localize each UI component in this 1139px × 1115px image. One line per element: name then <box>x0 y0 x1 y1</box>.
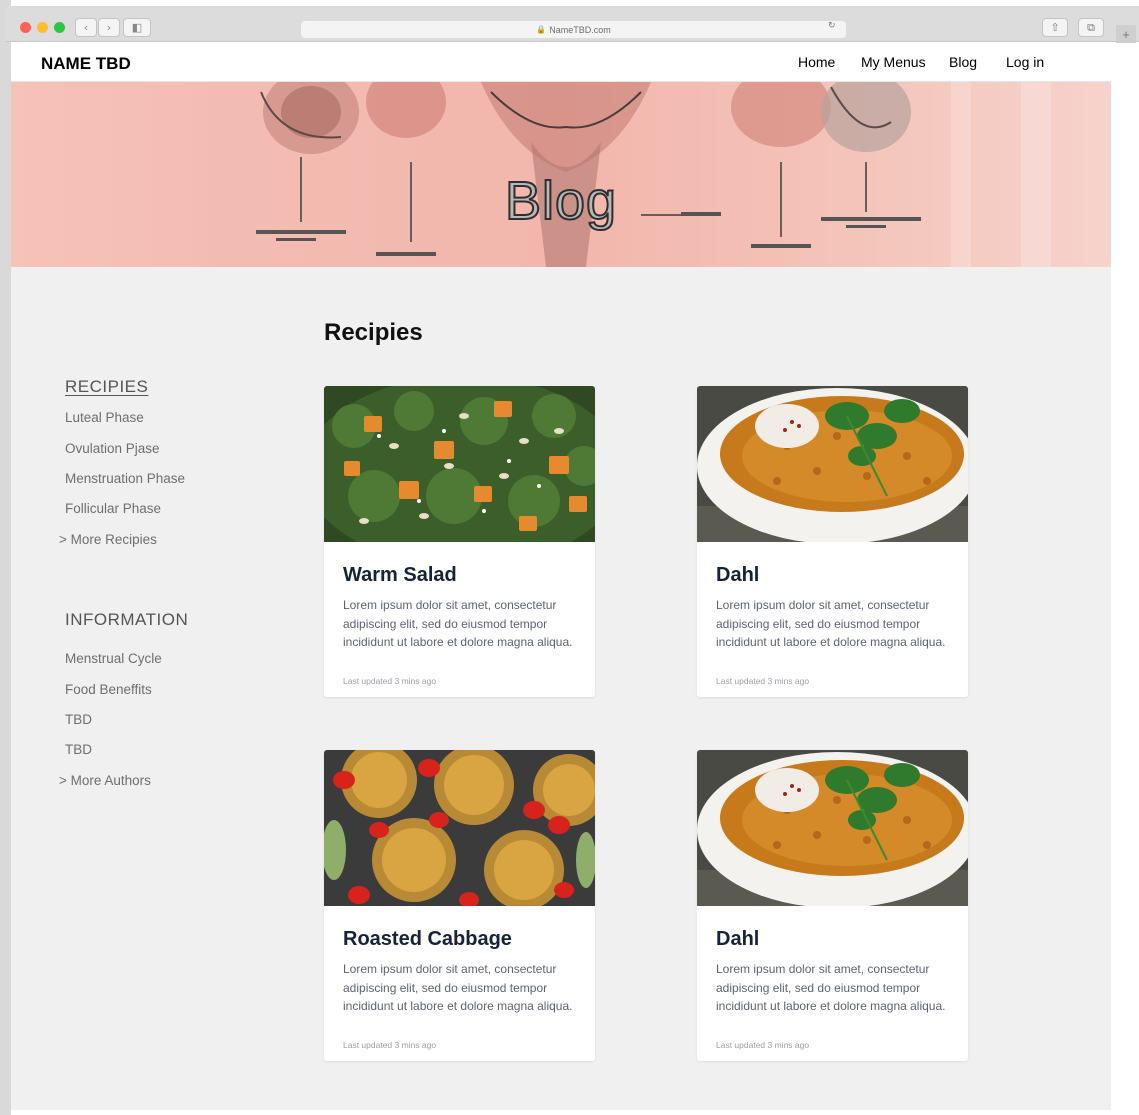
card-updated: Last updated 3 mins ago <box>716 676 810 686</box>
sidebar-more-recipes-link[interactable]: > More Recipies <box>59 532 157 547</box>
maximize-window-button[interactable] <box>54 22 65 33</box>
card-updated: Last updated 3 mins ago <box>343 1040 437 1050</box>
tabs-icon[interactable]: ⧉ <box>1078 18 1104 37</box>
sidebar-item-ovulation-phase[interactable]: Ovulation Pjase <box>65 441 160 456</box>
sidebar-recipes-heading[interactable]: RECIPIES <box>65 377 148 397</box>
sidebar-information-heading: INFORMATION <box>65 610 189 629</box>
sidebar-item-tbd[interactable]: TBD <box>65 742 92 757</box>
card-title[interactable]: Dahl <box>716 928 759 951</box>
plus-icon[interactable]: + <box>1116 25 1136 43</box>
sidebar-more-authors-link[interactable]: > More Authors <box>59 773 151 788</box>
chevron-right-icon[interactable]: › <box>98 18 120 37</box>
main-content: RECIPIES Luteal Phase Ovulation Pjase Me… <box>11 267 1111 1110</box>
nav-home[interactable]: Home <box>798 54 835 70</box>
sidebar-item-tbd[interactable]: TBD <box>65 712 92 727</box>
reload-icon[interactable]: ↻ <box>828 21 836 31</box>
card-updated: Last updated 3 mins ago <box>343 676 437 686</box>
sidebar-item-food-benefits[interactable]: Food Beneffits <box>65 682 152 697</box>
site-logo[interactable]: NAME TBD <box>41 54 131 74</box>
address-bar[interactable]: 🔒 NameTBD.com <box>301 21 846 38</box>
card-description: Lorem ipsum dolor sit amet, consectetur … <box>716 598 946 649</box>
nav-blog[interactable]: Blog <box>949 54 977 70</box>
lock-icon: 🔒 <box>536 25 547 34</box>
nav-my-menus[interactable]: My Menus <box>861 54 926 70</box>
recipe-card[interactable]: Warm Salad Lorem ipsum dolor sit amet, c… <box>324 386 595 697</box>
hero-banner: Blog <box>11 82 1111 267</box>
card-description: Lorem ipsum dolor sit amet, consectetur … <box>716 962 946 1013</box>
warm-salad-image[interactable] <box>324 386 595 542</box>
sidebar-item-follicular-phase[interactable]: Follicular Phase <box>65 501 161 516</box>
site-header: NAME TBD Home My Menus Blog Log in <box>11 42 1111 82</box>
chevron-left-icon[interactable]: ‹ <box>75 18 97 37</box>
minimize-window-button[interactable] <box>37 22 48 33</box>
sidebar-item-menstrual-cycle[interactable]: Menstrual Cycle <box>65 651 162 666</box>
share-icon[interactable]: ⇧ <box>1042 18 1068 37</box>
window-frame <box>0 0 11 1115</box>
card-title[interactable]: Dahl <box>716 564 759 587</box>
sidebar-item-menstruation-phase[interactable]: Menstruation Phase <box>65 471 185 486</box>
dahl-image[interactable] <box>697 750 968 906</box>
card-title[interactable]: Roasted Cabbage <box>343 928 512 951</box>
recipe-card[interactable]: Dahl Lorem ipsum dolor sit amet, consect… <box>697 386 968 697</box>
dahl-image[interactable] <box>697 386 968 542</box>
url-text: NameTBD.com <box>549 24 611 35</box>
nav-log-in[interactable]: Log in <box>1006 54 1044 70</box>
card-description: Lorem ipsum dolor sit amet, consectetur … <box>343 962 573 1013</box>
hero-title: Blog <box>504 170 618 232</box>
close-window-button[interactable] <box>20 22 31 33</box>
card-updated: Last updated 3 mins ago <box>716 1040 810 1050</box>
recipe-card[interactable]: Roasted Cabbage Lorem ipsum dolor sit am… <box>324 750 595 1061</box>
recipe-card[interactable]: Dahl Lorem ipsum dolor sit amet, consect… <box>697 750 968 1061</box>
roasted-cabbage-image[interactable] <box>324 750 595 906</box>
sidebar-item-luteal-phase[interactable]: Luteal Phase <box>65 410 144 425</box>
browser-toolbar: ‹ › ◧ 🔒 NameTBD.com ↻ ⇧ ⧉ + <box>6 6 1139 43</box>
card-description: Lorem ipsum dolor sit amet, consectetur … <box>343 598 573 649</box>
sidebar-toggle-icon[interactable]: ◧ <box>123 18 151 37</box>
section-title: Recipies <box>324 319 423 346</box>
card-title[interactable]: Warm Salad <box>343 564 457 587</box>
